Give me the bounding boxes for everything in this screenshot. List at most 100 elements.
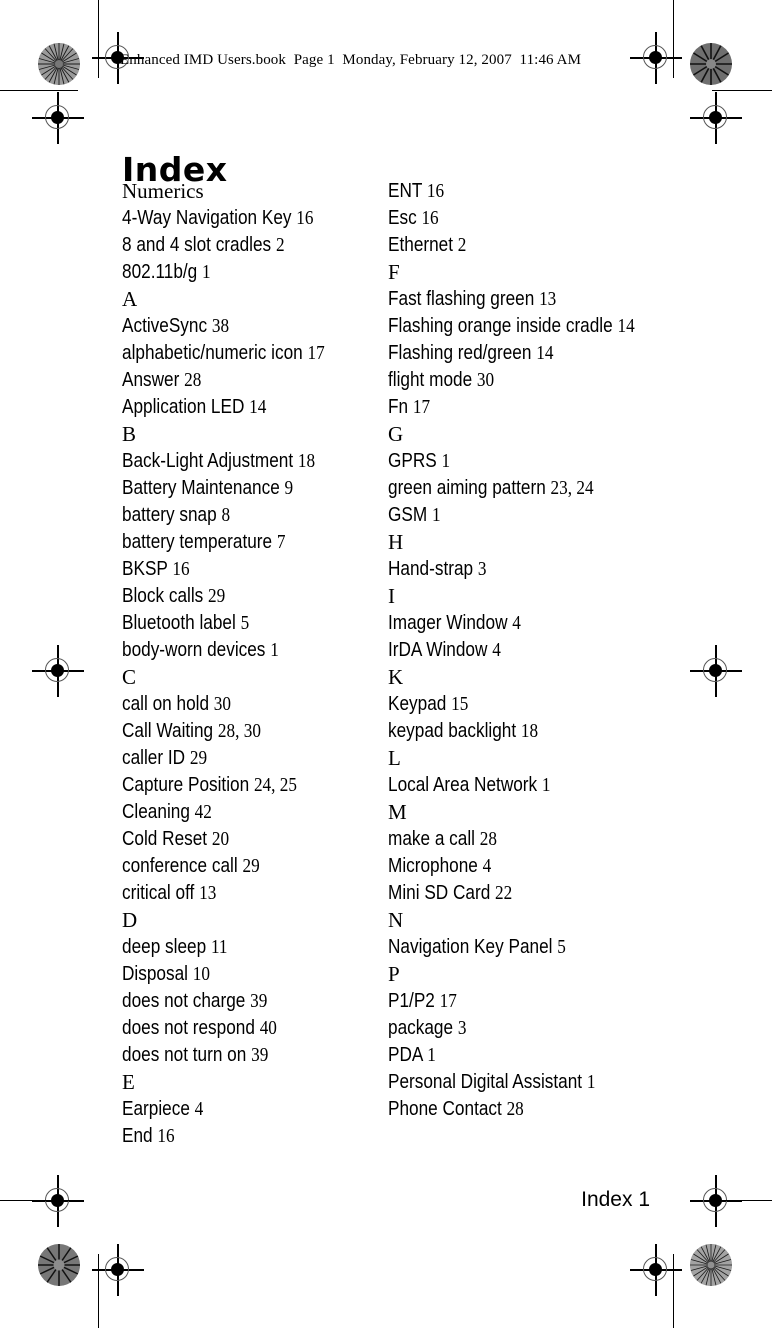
registration-target-middle-right	[690, 645, 742, 697]
index-entry-term: deep sleep	[122, 936, 207, 958]
registration-burst-bottom-left	[38, 1244, 80, 1286]
index-entry: Disposal 10	[122, 961, 373, 988]
index-section-letter: Numerics	[122, 179, 204, 203]
index-entry-pages: 5	[557, 936, 566, 958]
registration-target-bottom-right	[630, 1244, 682, 1296]
index-entry-pages: 20	[211, 828, 230, 850]
index-entry: Flashing red/green 14	[388, 340, 649, 367]
index-entry-term: ActiveSync	[122, 315, 208, 337]
index-entry-pages: 2	[275, 234, 285, 256]
index-entry: 802.11b/g 1	[122, 259, 373, 286]
index-entry-term: caller ID	[122, 747, 186, 769]
index-entry-pages: 39	[250, 990, 268, 1012]
index-entry-term: End	[122, 1125, 153, 1147]
index-entry-pages: 29	[242, 855, 260, 877]
index-entry-pages: 16	[421, 207, 439, 229]
index-entry-pages: 40	[259, 1017, 277, 1039]
index-entry-pages: 29	[208, 585, 226, 607]
index-entry-pages: 9	[284, 477, 294, 499]
index-entry-pages: 30	[213, 693, 232, 715]
index-entry-pages: 42	[194, 801, 212, 823]
index-entry: P1/P2 17	[388, 988, 649, 1015]
trim-line-right-top	[673, 0, 674, 78]
index-entry-pages: 1	[441, 450, 451, 472]
index-entry-term: Capture Position	[122, 774, 250, 796]
index-entry-pages: 28	[184, 369, 202, 391]
index-entry-term: call on hold	[122, 693, 210, 715]
index-section-letter: K	[388, 665, 404, 689]
trim-line-left-top	[98, 0, 99, 78]
trim-line-left-bottom	[98, 1254, 99, 1328]
index-entry-pages: 1	[541, 774, 551, 796]
index-entry: flight mode 30	[388, 367, 649, 394]
index-entry-term: ENT	[388, 180, 423, 202]
index-entry-term: make a call	[388, 828, 475, 850]
index-entry-term: 8 and 4 slot cradles	[122, 234, 272, 256]
index-entry-term: GSM	[388, 504, 428, 526]
index-entry: Battery Maintenance 9	[122, 475, 373, 502]
index-entry-pages: 16	[426, 180, 445, 202]
index-entry-pages: 29	[189, 747, 208, 769]
index-entry: Cold Reset 20	[122, 826, 373, 853]
registration-target-lower-right	[690, 1175, 742, 1227]
index-entry-pages: 10	[192, 963, 210, 985]
index-entry-pages: 11	[210, 936, 228, 958]
index-entry: GPRS 1	[388, 448, 649, 475]
index-entry-term: Navigation Key Panel	[388, 936, 553, 958]
index-entry: package 3	[388, 1015, 649, 1042]
index-entry: Cleaning 42	[122, 799, 373, 826]
index-entry: caller ID 29	[122, 745, 373, 772]
registration-burst-top-right	[690, 43, 732, 85]
index-entry: make a call 28	[388, 826, 649, 853]
trim-line-right-bottom	[673, 1254, 674, 1328]
index-entry-pages: 5	[240, 612, 250, 634]
index-entry-term: PDA	[388, 1044, 423, 1066]
index-entry: ENT 16	[388, 178, 649, 205]
index-entry: battery temperature 7	[122, 529, 373, 556]
index-entry: Capture Position 24, 25	[122, 772, 373, 799]
index-entry: Earpiece 4	[122, 1096, 373, 1123]
index-entry: 4-Way Navigation Key 16	[122, 205, 373, 232]
index-entry-term: 802.11b/g	[122, 261, 198, 283]
index-entry-pages: 30	[476, 369, 495, 391]
index-entry-term: Imager Window	[388, 612, 508, 634]
index-entry: conference call 29	[122, 853, 373, 880]
index-entry-pages: 23, 24	[550, 477, 594, 499]
index-entry-term: Local Area Network	[388, 774, 538, 796]
index-entry-term: IrDA Window	[388, 639, 488, 661]
index-entry: Microphone 4	[388, 853, 649, 880]
index-entry: Block calls 29	[122, 583, 373, 610]
index-entry: critical off 13	[122, 880, 373, 907]
index-entry: does not turn on 39	[122, 1042, 373, 1069]
index-entry-pages: 28	[506, 1098, 524, 1120]
registration-burst-top-left	[38, 43, 80, 85]
index-entry-term: battery snap	[122, 504, 217, 526]
index-entry-pages: 4	[512, 612, 521, 634]
index-entry-pages: 3	[457, 1017, 467, 1039]
index-section-letter: C	[122, 665, 137, 689]
index-entry: Back-Light Adjustment 18	[122, 448, 373, 475]
index-entry: Personal Digital Assistant 1	[388, 1069, 649, 1096]
index-entry-pages: 1	[202, 261, 211, 283]
index-entry-pages: 38	[211, 315, 230, 337]
page-footer: Index 1	[581, 1188, 650, 1211]
registration-target-middle-left	[32, 645, 84, 697]
index-entry-pages: 17	[307, 342, 325, 364]
index-entry-term: Battery Maintenance	[122, 477, 280, 499]
index-entry: green aiming pattern 23, 24	[388, 475, 649, 502]
index-entry-pages: 4	[492, 639, 501, 661]
index-entry-term: Call Waiting	[122, 720, 214, 742]
index-entry-term: Ethernet	[388, 234, 454, 256]
index-entry-pages: 18	[520, 720, 539, 742]
index-entry-term: Personal Digital Assistant	[388, 1071, 583, 1093]
index-entry-term: Keypad	[388, 693, 447, 715]
index-entry-term: Esc	[388, 207, 417, 229]
index-entry: does not charge 39	[122, 988, 373, 1015]
index-column-left: Numerics 4-Way Navigation Key 16 8 and 4 s…	[122, 178, 374, 1150]
index-entry-term: Cleaning	[122, 801, 190, 823]
index-entry: Hand-strap 3	[388, 556, 649, 583]
index-entry-pages: 39	[251, 1044, 269, 1066]
index-entry-pages: 3	[477, 558, 487, 580]
index-entry-pages: 14	[536, 342, 554, 364]
registration-burst-bottom-right	[690, 1244, 732, 1286]
